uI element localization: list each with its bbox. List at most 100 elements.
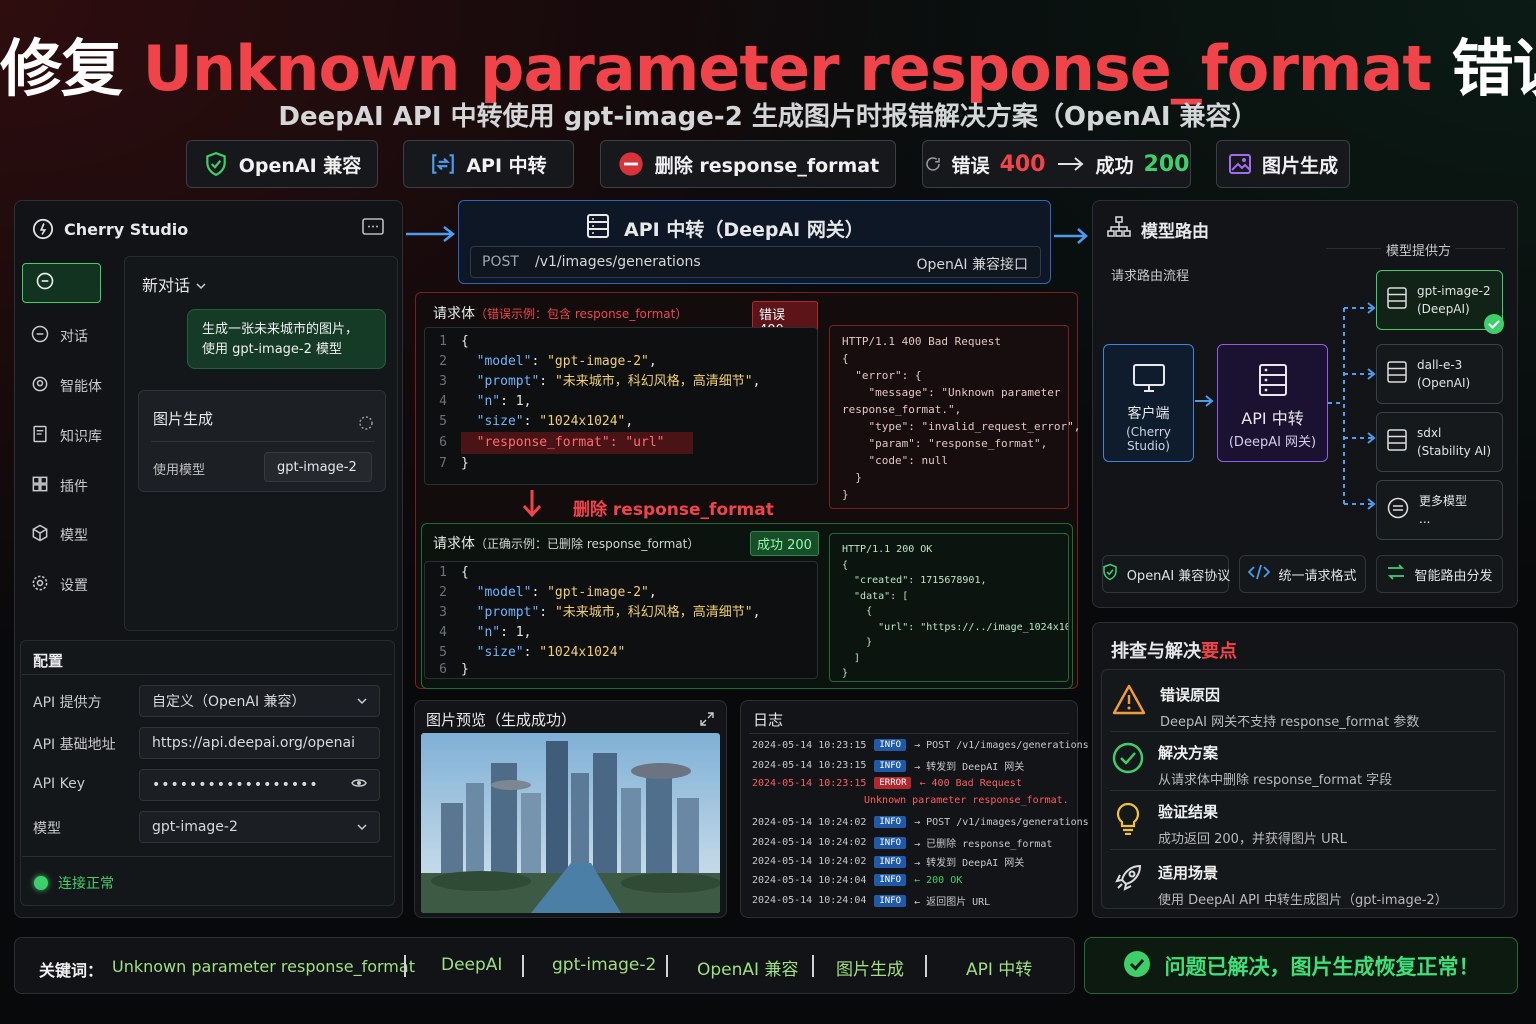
image-icon <box>1228 153 1252 175</box>
log-msg: ← 400 Bad Request <box>919 777 1022 789</box>
resolved-text: 问题已解决，图片生成恢复正常！ <box>1164 954 1480 979</box>
feature-unified-format: 统一请求格式 <box>1239 555 1366 593</box>
config-title: 配置 <box>33 652 64 670</box>
log-msg: → POST /v1/images/generations <box>914 816 1089 828</box>
nav-model[interactable]: 模型 <box>30 523 88 547</box>
feature-label: 统一请求格式 <box>1278 568 1357 584</box>
divider <box>151 441 375 442</box>
chat-title-dropdown[interactable]: 新对话 <box>142 272 206 296</box>
gateway-header: API 中转（DeepAI 网关） <box>586 213 864 244</box>
client-label: 客户端 <box>1127 406 1170 422</box>
feature-label: 智能路由分发 <box>1414 568 1493 584</box>
model-card-more[interactable]: 更多模型... <box>1376 480 1503 540</box>
point-desc: 成功返回 200，并获得图片 URL <box>1158 832 1347 847</box>
status-dot-icon <box>34 876 48 890</box>
model-name: gpt-image-2 <box>1417 284 1491 298</box>
model-label: 使用模型 <box>153 463 206 478</box>
code-line: { <box>461 334 469 349</box>
routing-connectors <box>1328 288 1378 522</box>
log-entry-error: 2024-05-14 10:23:15 ERROR ← 400 Bad Reques… <box>752 777 1022 789</box>
log-level: ERROR <box>874 777 912 789</box>
config-model-select[interactable]: gpt-image-2 <box>139 811 380 843</box>
tag-delete: 删除 response_format <box>600 140 896 188</box>
http-method: POST <box>482 254 519 270</box>
config-divider-2 <box>22 856 392 857</box>
code-line: "prompt": "未来城市，科幻风格，高清细节", <box>461 374 761 389</box>
loading-icon <box>358 415 374 435</box>
cube-icon <box>30 523 50 547</box>
code-line: } <box>461 456 469 471</box>
log-time: 2024-05-14 10:23:15 <box>752 777 867 789</box>
keyword-item: OpenAI 兼容 <box>697 960 799 980</box>
client-node: 客户端 (Cherry Studio) <box>1103 344 1194 462</box>
point-verify: 验证结果成功返回 200，并获得图片 URL <box>1112 801 1512 847</box>
book-icon <box>30 424 50 448</box>
server-icon <box>1387 360 1407 388</box>
good-response-box: HTTP/1.1 200 OK { "created": 1715678901,… <box>829 533 1069 682</box>
keyword-separator <box>404 955 406 977</box>
expand-icon[interactable] <box>700 711 714 730</box>
api-key-input[interactable]: •••••••••••••••••• <box>139 769 380 801</box>
eye-icon[interactable] <box>351 777 367 793</box>
gateway-box: API 中转（DeepAI 网关） POST /v1/images/genera… <box>458 200 1051 284</box>
log-msg: ← 200 OK <box>914 874 963 886</box>
code-line: "size": "1024x1024" <box>461 645 626 660</box>
model-card-sdxl[interactable]: sdxl (Stability AI) <box>1376 412 1503 472</box>
point-title: 验证结果 <box>1158 803 1219 821</box>
success-badge: 成功 200 <box>750 531 819 556</box>
api-relay-sub: (DeepAI 网关) <box>1228 435 1317 450</box>
point-desc: 从请求体中删除 response_format 字段 <box>1158 773 1393 788</box>
relay-icon <box>430 151 456 177</box>
nav-model-label: 模型 <box>60 528 88 544</box>
code-line: { <box>461 565 469 580</box>
point-title: 错误原因 <box>1160 686 1221 704</box>
nav-dialog-label: 对话 <box>60 329 88 345</box>
nav-plugin[interactable]: 插件 <box>30 474 88 498</box>
bad-code-block: 1234567 { "model": "gpt-image-2", "promp… <box>424 327 818 485</box>
bad-note: （错误示例：包含 response_format） <box>475 307 688 321</box>
log-level: INFO <box>874 816 907 828</box>
agent-icon <box>30 374 50 398</box>
model-card-gpt-image-2[interactable]: gpt-image-2 (DeepAI) <box>1376 270 1504 334</box>
point-title: 解决方案 <box>1158 744 1219 762</box>
tag-openai: OpenAI 兼容 <box>186 140 378 188</box>
log-entry-error-detail: Unknown parameter response_format. <box>864 795 1069 806</box>
point-desc: 使用 DeepAI API 中转生成图片（gpt-image-2） <box>1158 893 1448 908</box>
gateway-title: API 中转（DeepAI 网关） <box>624 219 864 241</box>
points-title: 排查与解决要点 <box>1111 637 1237 663</box>
code-line: "model": "gpt-image-2", <box>461 354 657 369</box>
points-title-b: 要点 <box>1201 641 1237 662</box>
compat-label: OpenAI 兼容接口 <box>916 257 1028 273</box>
plugin-icon <box>30 474 50 498</box>
model-card-dall-e-3[interactable]: dall-e-3 (OpenAI) <box>1376 344 1503 404</box>
nav-settings[interactable]: 设置 <box>30 573 88 597</box>
model-select[interactable]: gpt-image-2 <box>264 452 372 482</box>
log-divider <box>749 733 1069 734</box>
keyword-item: DeepAI <box>441 955 503 975</box>
warning-icon <box>1112 684 1146 730</box>
log-time: 2024-05-14 10:24:04 <box>752 874 867 886</box>
bubble-line-1: 生成一张未来城市的图片， <box>202 322 359 337</box>
log-time: 2024-05-14 10:24:02 <box>752 837 867 848</box>
feature-label: OpenAI 兼容协议 <box>1126 568 1231 584</box>
arrow-down-icon <box>520 488 544 522</box>
provider-select[interactable]: 自定义（OpenAI 兼容） <box>139 685 380 717</box>
log-msg: → 已删除 response_format <box>914 839 1053 850</box>
tag-delete-label: 删除 response_format <box>654 154 880 177</box>
keyword-separator <box>666 955 668 977</box>
nav-active-chat[interactable] <box>22 263 101 303</box>
model-provider: ... <box>1419 512 1431 526</box>
nav-dialog[interactable]: 对话 <box>30 324 88 348</box>
base-url-input[interactable]: https://api.deepai.org/openai <box>139 727 380 759</box>
code-line: } <box>461 662 469 677</box>
divider <box>1326 248 1381 249</box>
nav-agent-label: 智能体 <box>60 379 102 395</box>
model-name: dall-e-3 <box>1417 358 1463 372</box>
chat-bubble-icon <box>35 271 55 295</box>
bad-request-heading: 请求体（错误示例：包含 response_format） <box>433 303 687 323</box>
chat-menu-icon[interactable] <box>362 218 384 242</box>
refresh-icon <box>924 155 942 173</box>
nav-knowledge[interactable]: 知识库 <box>30 424 102 448</box>
nav-agent[interactable]: 智能体 <box>30 374 102 398</box>
server-icon <box>1387 428 1407 456</box>
